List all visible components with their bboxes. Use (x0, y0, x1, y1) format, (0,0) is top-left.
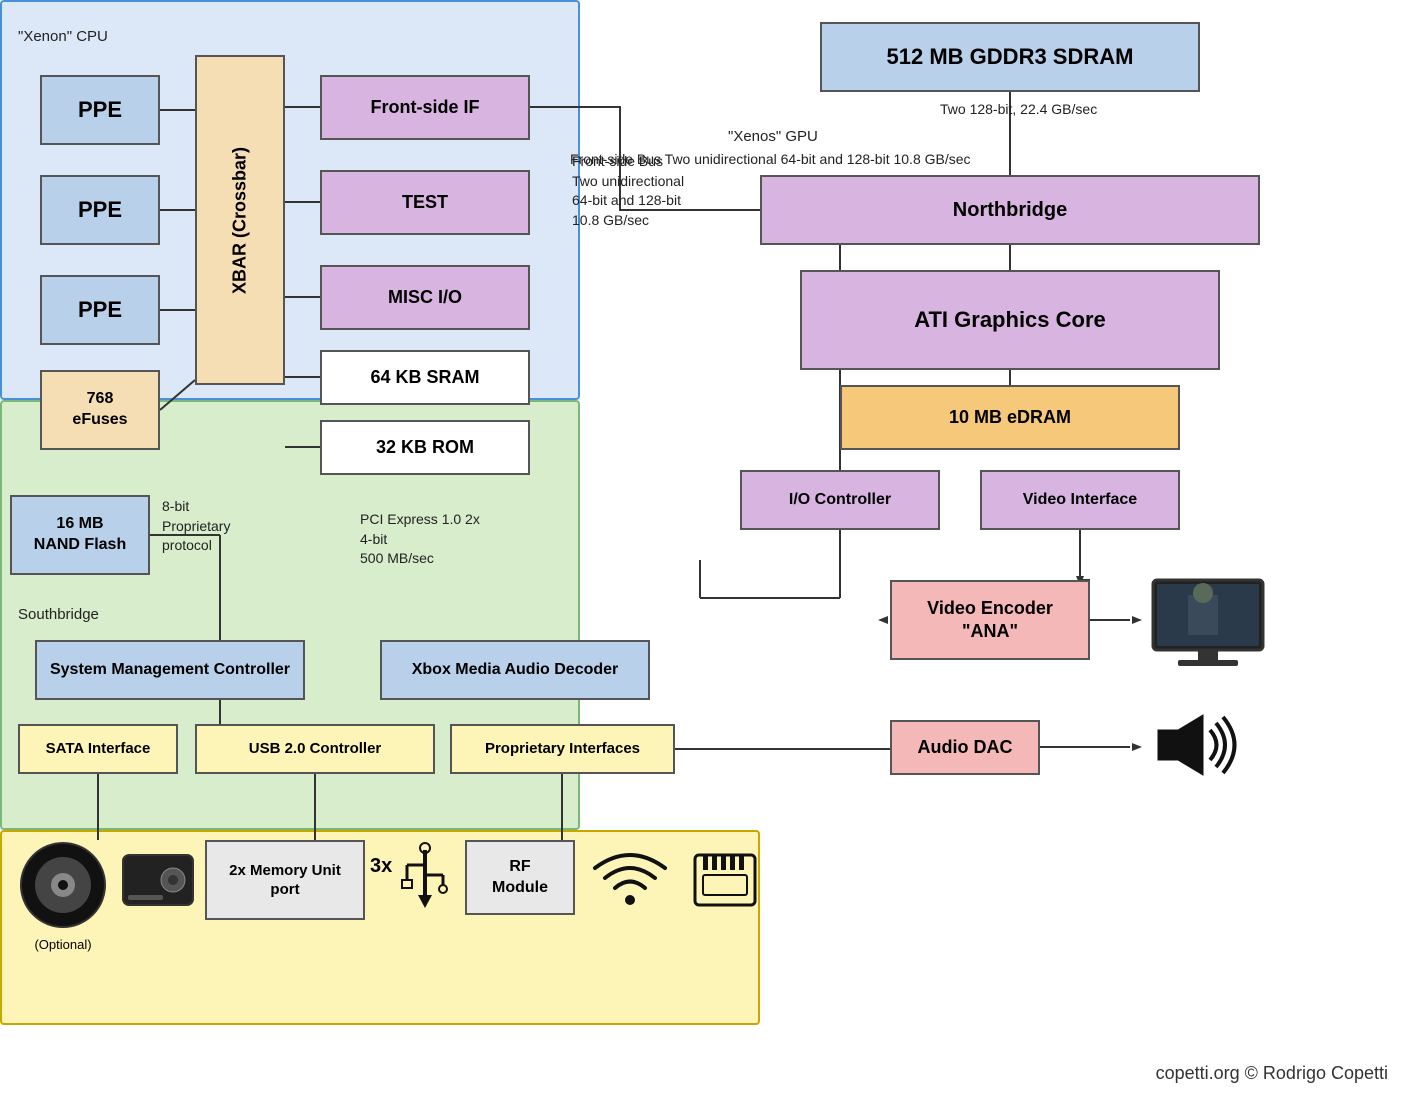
prop-if-box: Proprietary Interfaces (450, 724, 675, 774)
disc-icon: (Optional) (18, 840, 108, 952)
efuses-label: 768 eFuses (72, 389, 127, 431)
usb-symbol-icon (395, 840, 455, 935)
gddr3-sublabel: Two 128-bit, 22.4 GB/sec (940, 100, 1097, 120)
xenon-label: "Xenon" CPU (18, 28, 108, 45)
gddr3-box: 512 MB GDDR3 SDRAM (820, 22, 1200, 92)
rf-module-box: RF Module (465, 840, 575, 915)
nand-label: 16 MB NAND Flash (34, 514, 126, 556)
monitor-icon (1148, 575, 1268, 680)
audio-dac-box: Audio DAC (890, 720, 1040, 775)
diagram: "Xenon" CPU PPE PPE PPE XBAR (Crossbar) … (0, 0, 1428, 1114)
nand-box: 16 MB NAND Flash (10, 495, 150, 575)
optional-label: (Optional) (18, 937, 108, 952)
pcie-label: PCI Express 1.0 2x 4-bit 500 MB/sec (360, 510, 480, 569)
xenos-label: "Xenos" GPU (728, 128, 818, 145)
video-if-box: Video Interface (980, 470, 1180, 530)
video-enc-box: Video Encoder "ANA" (890, 580, 1090, 660)
rom32-box: 32 KB ROM (320, 420, 530, 475)
xbar-box: XBAR (Crossbar) (195, 55, 285, 385)
speaker-icon (1148, 705, 1248, 790)
sata-box: SATA Interface (18, 724, 178, 774)
test-box: TEST (320, 170, 530, 235)
nand-proto-label: 8-bit Proprietary protocol (162, 497, 230, 556)
ppe3-box: PPE (40, 275, 160, 345)
memunit-label: 2x Memory Unit port (229, 861, 341, 900)
smc-box: System Management Controller (35, 640, 305, 700)
xmad-box: Xbox Media Audio Decoder (380, 640, 650, 700)
usb-box: USB 2.0 Controller (195, 724, 435, 774)
sram64-box: 64 KB SRAM (320, 350, 530, 405)
usb3x-label: 3x (370, 855, 392, 878)
rf-label: RF Module (492, 857, 548, 899)
misc-io-box: MISC I/O (320, 265, 530, 330)
copyright-label: copetti.org © Rodrigo Copetti (1156, 1063, 1388, 1084)
ppe1-box: PPE (40, 75, 160, 145)
edram-box: 10 MB eDRAM (840, 385, 1180, 450)
memunit-box: 2x Memory Unit port (205, 840, 365, 920)
northbridge-box: Northbridge (760, 175, 1260, 245)
frontside-bus-text: Front-side Bus Two unidirectional 64-bit… (572, 152, 684, 230)
ati-core-box: ATI Graphics Core (800, 270, 1220, 370)
wifi-icon (590, 840, 670, 925)
video-enc-label: Video Encoder "ANA" (927, 597, 1053, 644)
hdd-icon (118, 840, 198, 925)
frontside-if-box: Front-side IF (320, 75, 530, 140)
ppe2-box: PPE (40, 175, 160, 245)
efuses-box: 768 eFuses (40, 370, 160, 450)
ethernet-icon (685, 840, 765, 925)
io-ctrl-box: I/O Controller (740, 470, 940, 530)
southbridge-label: Southbridge (18, 606, 99, 623)
